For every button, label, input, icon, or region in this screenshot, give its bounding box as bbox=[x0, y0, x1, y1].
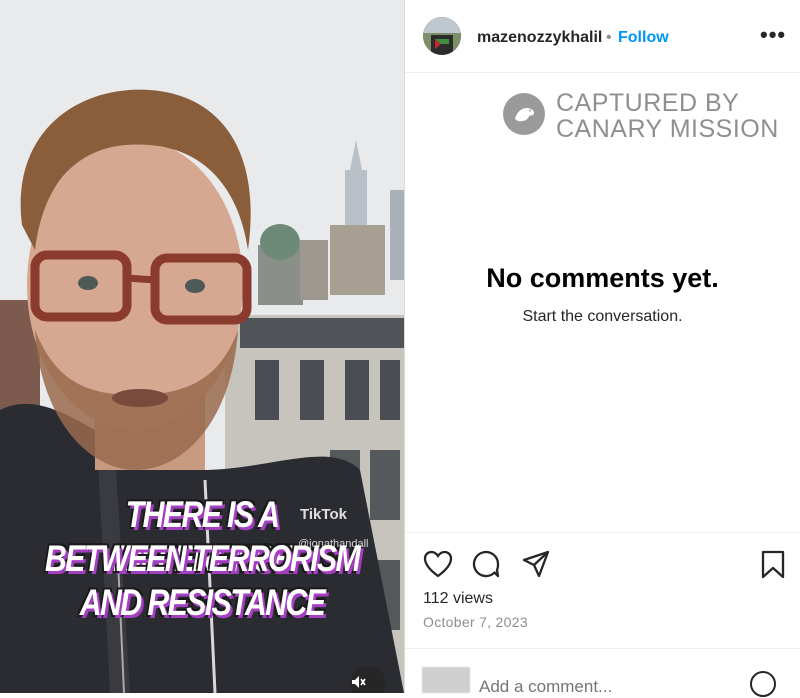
separator-dot: • bbox=[606, 29, 612, 46]
tiktok-watermark: TikTok bbox=[300, 506, 347, 523]
watermark-line-2: CANARY MISSION bbox=[556, 115, 779, 143]
views-count: 112 views bbox=[423, 590, 493, 607]
actions-divider bbox=[405, 532, 800, 533]
tiktok-username: @jonathandall bbox=[298, 538, 369, 550]
more-options-icon[interactable]: ••• bbox=[760, 22, 786, 48]
username-link[interactable]: mazenozzykhalil bbox=[477, 29, 602, 47]
emoji-picker-icon[interactable] bbox=[750, 671, 776, 697]
speaker-muted-icon bbox=[352, 676, 366, 688]
share-send-icon[interactable] bbox=[521, 549, 551, 579]
watermark-line-1: CAPTURED BY bbox=[556, 89, 740, 117]
caption-line-3: AND RESISTANCE bbox=[79, 582, 326, 623]
bird-logo-icon bbox=[503, 93, 545, 135]
comment-bubble-icon[interactable] bbox=[471, 549, 501, 579]
post-date: October 7, 2023 bbox=[423, 614, 528, 630]
composer-divider bbox=[405, 648, 800, 649]
composer-avatar bbox=[422, 667, 470, 693]
canary-mission-watermark: CAPTURED BY CANARY MISSION bbox=[503, 87, 783, 143]
like-heart-icon[interactable] bbox=[423, 550, 453, 578]
save-bookmark-icon[interactable] bbox=[760, 550, 786, 580]
follow-button[interactable]: Follow bbox=[618, 29, 669, 47]
video-player[interactable]: THERE IS A DIFFERENCE BETWEEN TERRORISM … bbox=[0, 0, 404, 693]
avatar[interactable] bbox=[423, 17, 461, 55]
empty-comments-subtitle: Start the conversation. bbox=[522, 308, 683, 325]
empty-comments-title: No comments yet. bbox=[486, 263, 719, 293]
post-panel: mazenozzykhalil • Follow ••• CAPTURED BY… bbox=[405, 0, 800, 698]
post-header: mazenozzykhalil • Follow ••• bbox=[405, 0, 800, 73]
add-comment-input[interactable] bbox=[477, 676, 702, 698]
avatar-image bbox=[423, 17, 461, 55]
